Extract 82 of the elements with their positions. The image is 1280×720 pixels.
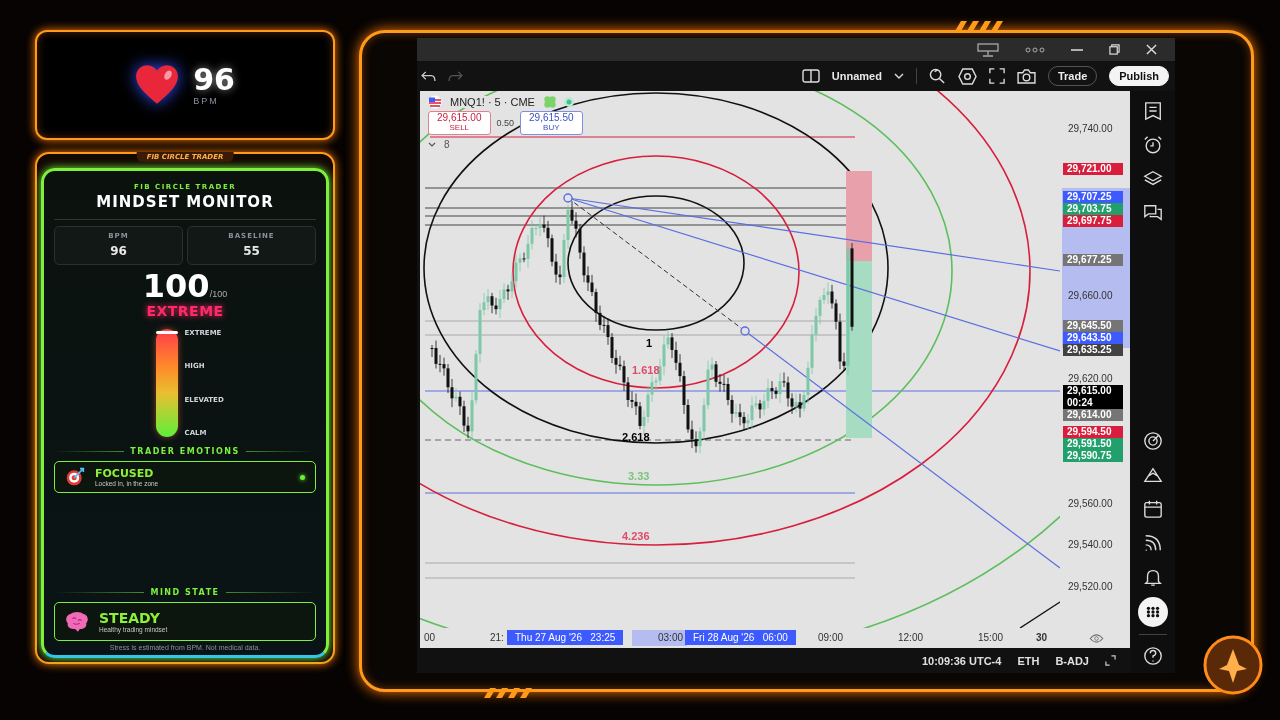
time-range-highlight [632,630,687,646]
fib-level-label: 4.236 [622,530,650,542]
settings-icon[interactable] [957,67,977,85]
bpm-unit: BPM [193,96,220,106]
layout-icon[interactable] [801,69,820,83]
indicators-toggle[interactable]: 8 [442,137,452,152]
flag-icon [428,95,442,109]
anchor-handle[interactable] [563,193,573,203]
time-tick-label: 09:00 [818,632,844,643]
price-tick-label: 29,520.00 [1068,581,1113,594]
fib-level-label: 2.618 [622,431,650,443]
fullscreen-icon[interactable] [988,68,1005,84]
bpm-value: 96 [193,64,235,96]
clover-icon [542,95,557,109]
price-tag-value: 29,677.25 [1067,253,1113,266]
stat-value: 96 [110,244,127,258]
brain-icon [65,611,89,632]
time-marker: Fri 28 Aug '26 06:00 [685,630,796,645]
time-tick-label: 21: [490,632,504,643]
minimize-icon[interactable] [1071,48,1083,51]
price-tag-value: 29,643.50 [1067,331,1113,344]
emblem-icon [1203,635,1263,695]
time-tick-label: 00 [424,632,436,643]
monitor-icon [977,42,999,57]
buy-button[interactable]: 29,615.50 BUY [520,111,583,135]
redo-icon[interactable] [448,70,463,82]
fib-level-label: 3.33 [628,470,650,482]
price-tag-value: 29,707.25 [1067,191,1113,204]
time-tick-label: 15:00 [978,632,1004,643]
price-tag-value: 29,645.50 [1067,319,1113,332]
caret-icon[interactable] [893,73,904,79]
section-heading: MIND STATE [150,588,220,597]
time-marker: Thu 27 Aug '26 23:25 [507,630,624,645]
price-tick-label: 29,540.00 [1068,539,1113,552]
target-icon [65,467,85,487]
eye-icon[interactable] [1089,634,1104,643]
price-tick-label: 29,660.00 [1068,289,1113,302]
time-tick-label: 03:00 [658,632,684,643]
close-icon[interactable] [1146,44,1157,55]
price-tick-label: 29,620.00 [1068,372,1113,385]
status-item[interactable]: B-ADJ [1055,654,1089,667]
section-heading: TRADER EMOTIONS [130,447,240,456]
chevron-icon[interactable] [428,142,436,147]
stat-value: 55 [243,244,260,258]
price-tag-value: 29,697.75 [1067,215,1113,228]
price-tag-value: 29,591.50 [1067,437,1113,450]
magnifier-icon[interactable] [928,67,946,85]
status-item[interactable]: 10:09:36 UTC-4 [921,654,1002,667]
fib-level-label: 1 [646,337,653,349]
mind-state-name: STEADY [99,610,161,626]
price-tag-value: 29,721.00 [1067,162,1113,175]
spread-value: 0.50 [496,118,515,128]
stress-level-label: EXTREME [146,303,224,319]
price-tag-value: 29,635.25 [1067,343,1113,356]
restore-icon[interactable] [1109,44,1120,55]
camera-icon[interactable] [1016,68,1036,84]
layout-name-button[interactable]: Unnamed [831,70,882,82]
price-tag-value: 29,590.75 [1067,449,1113,462]
bar-countdown: 00:24 [1067,396,1094,409]
expand-icon[interactable] [1105,655,1116,666]
heart-icon [135,65,180,105]
stress-score: 100 [142,269,210,303]
more-icon [1025,46,1045,53]
price-tag-value: 29,615.00 [1067,384,1113,397]
score-max: /100 [209,289,228,299]
card-title: MINDSET MONITOR [96,193,274,211]
status-icon [562,96,575,108]
undo-icon[interactable] [421,70,436,82]
time-tick-label: 12:00 [898,632,924,643]
time-tick-label: 30 [1036,632,1048,643]
status-item[interactable]: ETH [1017,654,1040,667]
price-tick-label: 29,740.00 [1068,123,1113,135]
price-tick-label: 29,560.00 [1068,497,1113,510]
sell-button[interactable]: 29,615.00 SELL [428,111,491,135]
apps-icon[interactable] [1137,597,1168,627]
price-tag-value: 29,703.75 [1067,203,1113,216]
symbol-title[interactable]: MNQ1! · 5 · CME [448,96,537,108]
anchor-handle[interactable] [740,326,750,336]
price-tag-value: 29,614.00 [1067,408,1113,421]
emotion-name: FOCUSED [95,467,155,480]
publish-button[interactable]: Publish [1109,66,1169,86]
price-tag-value: 29,594.50 [1067,425,1113,438]
